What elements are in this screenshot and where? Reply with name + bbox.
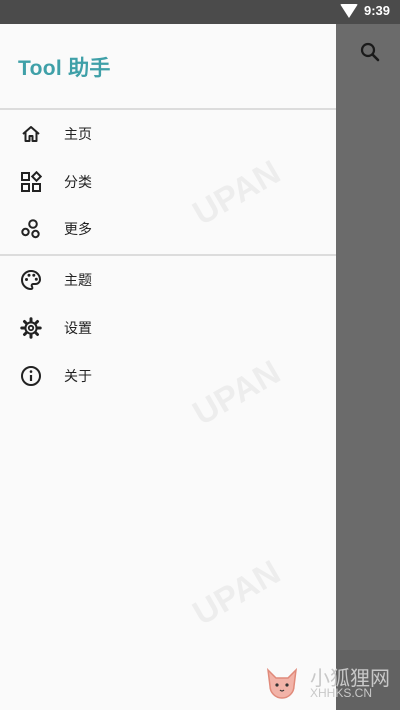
watermark-text: UPAN — [186, 553, 287, 633]
watermark-site-domain: XHHKS.CN — [310, 686, 373, 700]
wifi-icon — [339, 3, 358, 18]
menu-item-theme[interactable]: 主题 — [0, 257, 336, 303]
status-time: 9:39 — [363, 3, 390, 18]
menu-item-label: 主页 — [64, 127, 92, 143]
menu-item-category[interactable]: 分类 — [0, 159, 336, 205]
navigation-drawer: Tool 助手 主页 分类 更多 主题 设置 关于 UPAN UPAN UPAN — [0, 24, 336, 710]
menu-item-home[interactable]: 主页 — [0, 111, 336, 157]
menu-item-label: 分类 — [64, 175, 92, 191]
gear-icon — [20, 317, 42, 339]
divider — [0, 254, 336, 256]
menu-item-settings[interactable]: 设置 — [0, 305, 336, 351]
menu-item-about[interactable]: 关于 — [0, 353, 336, 399]
divider — [0, 108, 336, 110]
home-icon — [20, 123, 42, 145]
status-bar: 9:39 — [0, 0, 400, 24]
search-icon — [360, 42, 380, 62]
palette-icon — [20, 269, 42, 291]
app-title: Tool 助手 — [18, 57, 111, 80]
category-icon — [20, 171, 42, 193]
menu-item-label: 主题 — [64, 273, 92, 289]
more-icon — [20, 218, 42, 240]
info-icon — [20, 365, 42, 387]
fox-logo-icon — [266, 667, 298, 699]
menu-item-label: 设置 — [64, 321, 92, 337]
search-button[interactable] — [356, 38, 384, 66]
menu-item-label: 关于 — [64, 369, 92, 385]
menu-item-more[interactable]: 更多 — [0, 206, 336, 252]
menu-item-label: 更多 — [64, 222, 92, 238]
